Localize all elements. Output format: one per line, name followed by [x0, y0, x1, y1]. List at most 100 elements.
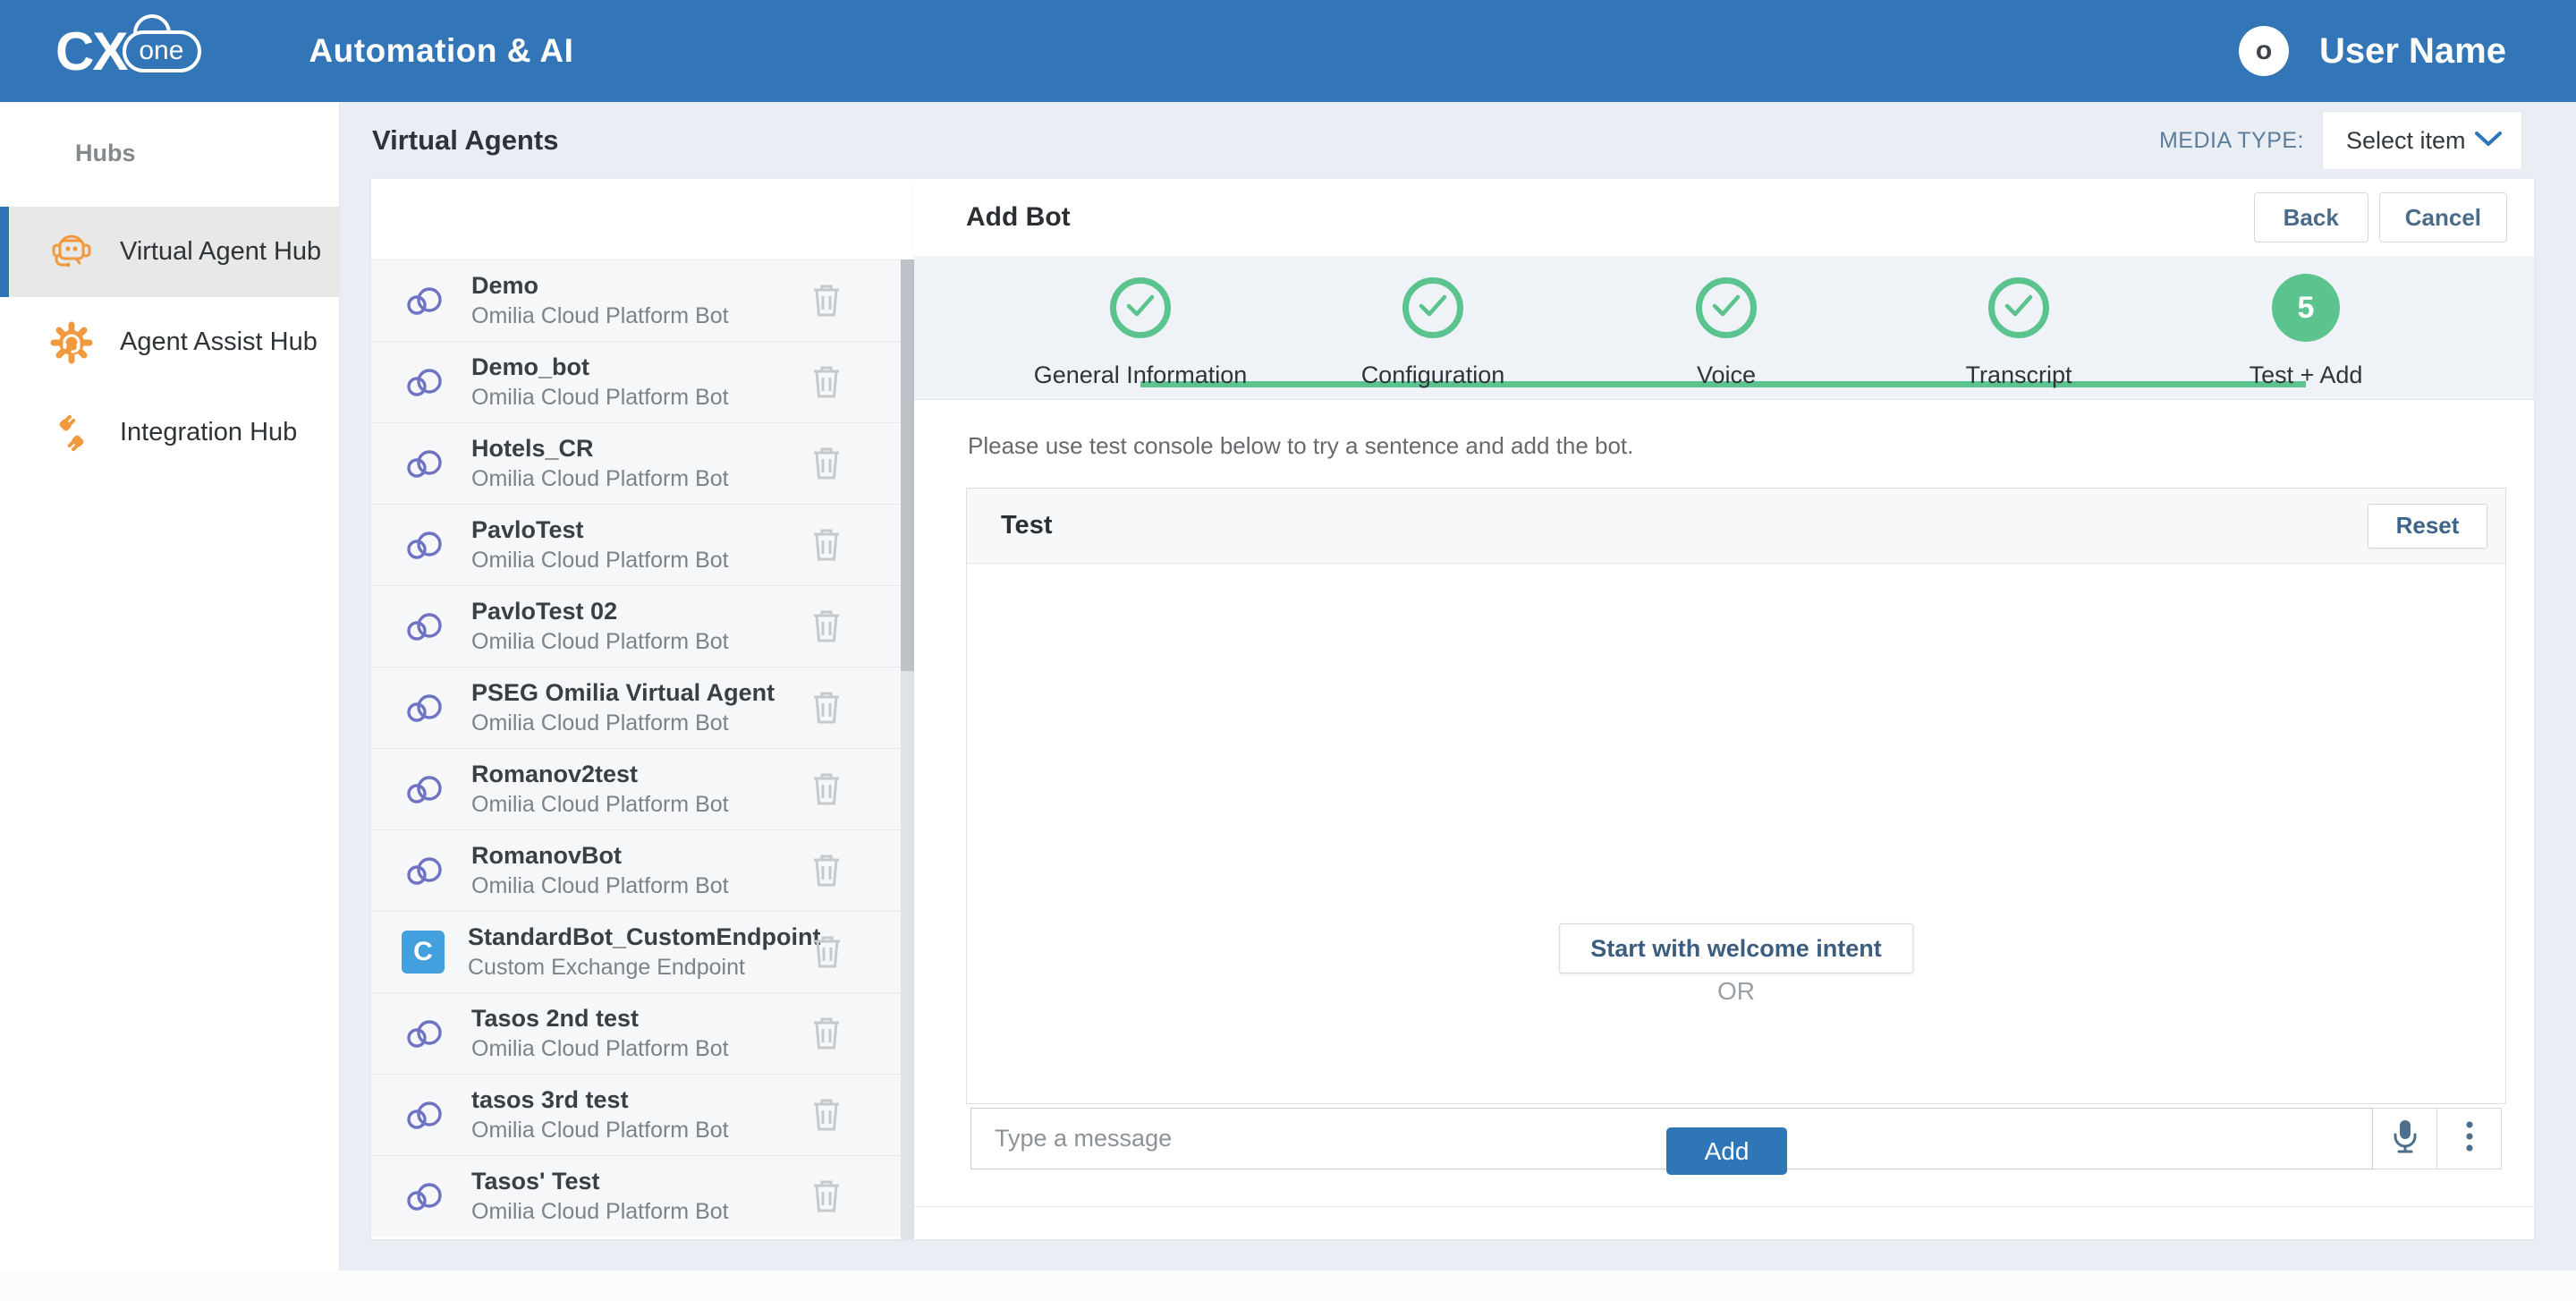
bot-list-item[interactable]: Tasos 2nd test Omilia Cloud Platform Bot: [371, 992, 914, 1074]
bot-type: Omilia Cloud Platform Bot: [471, 629, 729, 654]
step-voice[interactable]: Voice: [1583, 277, 1869, 389]
user-name: User Name: [2319, 31, 2506, 72]
bot-list: DemoOmilia Cloud Platform Bot Demo_botOm…: [371, 259, 914, 1237]
sidebar-item-label: Virtual Agent Hub: [120, 237, 321, 267]
add-button[interactable]: Add: [1666, 1127, 1787, 1175]
check-icon: [1125, 293, 1156, 323]
page-title: Virtual Agents: [372, 124, 558, 157]
delete-bot-button[interactable]: [809, 850, 844, 891]
chevron-down-icon: [2473, 129, 2504, 153]
start-welcome-intent-button[interactable]: Start with welcome intent: [1559, 923, 1913, 974]
microphone-button[interactable]: [2373, 1108, 2437, 1169]
bot-name: PSEG Omilia Virtual Agent: [471, 679, 775, 706]
bot-list-item[interactable]: tasos 3rd test Omilia Cloud Platform Bot: [371, 1074, 914, 1155]
reset-button[interactable]: Reset: [2368, 504, 2487, 548]
sidebar: Hubs Virtual Agent Hub: [0, 102, 340, 1271]
bot-type: Omilia Cloud Platform Bot: [471, 466, 729, 491]
step-configuration[interactable]: Configuration: [1290, 277, 1576, 389]
step-done-circle: [1110, 277, 1171, 338]
delete-bot-button[interactable]: [809, 361, 844, 403]
add-bot-panel: Add Bot Back Cancel General Information …: [914, 179, 2534, 1239]
test-console: Test Reset Start with welcome intent OR: [966, 488, 2506, 1104]
list-scrollbar[interactable]: [901, 259, 914, 1239]
step-transcript[interactable]: Transcript: [1876, 277, 2162, 389]
bot-type: Omilia Cloud Platform Bot: [471, 873, 729, 898]
gear-headset-icon: [47, 318, 97, 368]
bot-type: Omilia Cloud Platform Bot: [471, 710, 729, 736]
delete-bot-button[interactable]: [809, 931, 844, 973]
check-icon: [1711, 293, 1741, 323]
bot-type: Custom Exchange Endpoint: [468, 955, 745, 980]
bot-name: Tasos 2nd test: [471, 1005, 639, 1032]
logo-one-cloud: one: [123, 30, 201, 72]
omilia-cloud-icon: [402, 1097, 448, 1133]
sidebar-item-virtual-agent-hub[interactable]: Virtual Agent Hub: [0, 207, 339, 297]
sidebar-item-label: Agent Assist Hub: [120, 327, 318, 357]
cancel-button[interactable]: Cancel: [2379, 192, 2507, 242]
or-separator: OR: [1717, 977, 1755, 1006]
bot-list-item[interactable]: PavloTestOmilia Cloud Platform Bot: [371, 504, 914, 585]
sidebar-item-agent-assist-hub[interactable]: Agent Assist Hub: [0, 297, 339, 387]
robot-headset-icon: [47, 227, 97, 277]
wizard-stepper: General Information Configuration Voice …: [914, 256, 2534, 400]
bot-name: Romanov2test: [471, 761, 638, 787]
step-label: Voice: [1583, 361, 1869, 389]
delete-bot-button[interactable]: [809, 1013, 844, 1054]
microphone-icon: [2392, 1118, 2419, 1159]
sidebar-item-integration-hub[interactable]: Integration Hub: [0, 387, 339, 478]
bot-type: Omilia Cloud Platform Bot: [471, 1036, 729, 1061]
delete-bot-button[interactable]: [809, 524, 844, 565]
app-title: Automation & AI: [309, 32, 573, 70]
delete-bot-button[interactable]: [809, 606, 844, 647]
bot-list-item[interactable]: PavloTest 02 Omilia Cloud Platform Bot: [371, 585, 914, 667]
bot-list-item[interactable]: RomanovBot Omilia Cloud Platform Bot: [371, 829, 914, 911]
step-label: General Information: [997, 361, 1284, 389]
step-done-circle: [1696, 277, 1757, 338]
custom-endpoint-icon: C: [402, 931, 445, 974]
sidebar-section-label: Hubs: [0, 102, 339, 167]
delete-bot-button[interactable]: [809, 443, 844, 484]
omilia-cloud-icon: [402, 690, 448, 726]
bot-list-panel: DemoOmilia Cloud Platform Bot Demo_botOm…: [371, 179, 914, 1239]
bot-type: Omilia Cloud Platform Bot: [471, 1118, 729, 1143]
bot-name: tasos 3rd test: [471, 1086, 629, 1113]
delete-bot-button[interactable]: [809, 769, 844, 810]
step-general-information[interactable]: General Information: [997, 277, 1284, 389]
delete-bot-button[interactable]: [809, 1176, 844, 1217]
step-label: Transcript: [1876, 361, 2162, 389]
bot-name: Tasos' Test: [471, 1168, 599, 1195]
media-type-select[interactable]: Select item: [2322, 111, 2522, 170]
test-console-title: Test: [1001, 511, 1052, 540]
user-menu[interactable]: o User Name: [2239, 26, 2506, 76]
page-title-bar: Virtual Agents MEDIA TYPE: Select item: [340, 102, 2576, 179]
check-icon: [2004, 293, 2034, 323]
omilia-cloud-icon: [402, 771, 448, 807]
bot-list-item[interactable]: C StandardBot_CustomEndpointCustom Excha…: [371, 911, 914, 992]
bot-list-item[interactable]: Tasos' TestOmilia Cloud Platform Bot: [371, 1155, 914, 1237]
app-header: CX one Automation & AI o User Name: [0, 0, 2576, 102]
omilia-cloud-icon: [402, 527, 448, 563]
bot-list-item[interactable]: Hotels_CR Omilia Cloud Platform Bot: [371, 422, 914, 504]
bot-list-item[interactable]: Romanov2testOmilia Cloud Platform Bot: [371, 748, 914, 829]
bot-list-item[interactable]: Demo_botOmilia Cloud Platform Bot: [371, 341, 914, 422]
user-avatar[interactable]: o: [2239, 26, 2289, 76]
list-scrollbar-thumb[interactable]: [901, 259, 914, 671]
bot-list-item[interactable]: DemoOmilia Cloud Platform Bot: [371, 259, 914, 341]
bot-name: Hotels_CR: [471, 435, 594, 462]
more-options-button[interactable]: [2437, 1108, 2502, 1169]
delete-bot-button[interactable]: [809, 1094, 844, 1135]
step-test-add[interactable]: 5 Test + Add: [2163, 274, 2449, 389]
page-bottom-strip: [0, 1271, 2576, 1301]
delete-bot-button[interactable]: [809, 280, 844, 321]
bot-list-item[interactable]: PSEG Omilia Virtual Agent Omilia Cloud Pl…: [371, 667, 914, 748]
check-icon: [1418, 293, 1448, 323]
back-button[interactable]: Back: [2254, 192, 2368, 242]
bot-name: PavloTest 02: [471, 598, 617, 625]
chat-transcript-area: Start with welcome intent OR: [967, 564, 2505, 1022]
step-done-circle: [1988, 277, 2049, 338]
step-label: Test + Add: [2163, 361, 2449, 389]
delete-bot-button[interactable]: [809, 687, 844, 728]
add-bot-title: Add Bot: [966, 202, 1071, 233]
bot-name: Demo: [471, 272, 538, 299]
bot-name: RomanovBot: [471, 842, 622, 869]
